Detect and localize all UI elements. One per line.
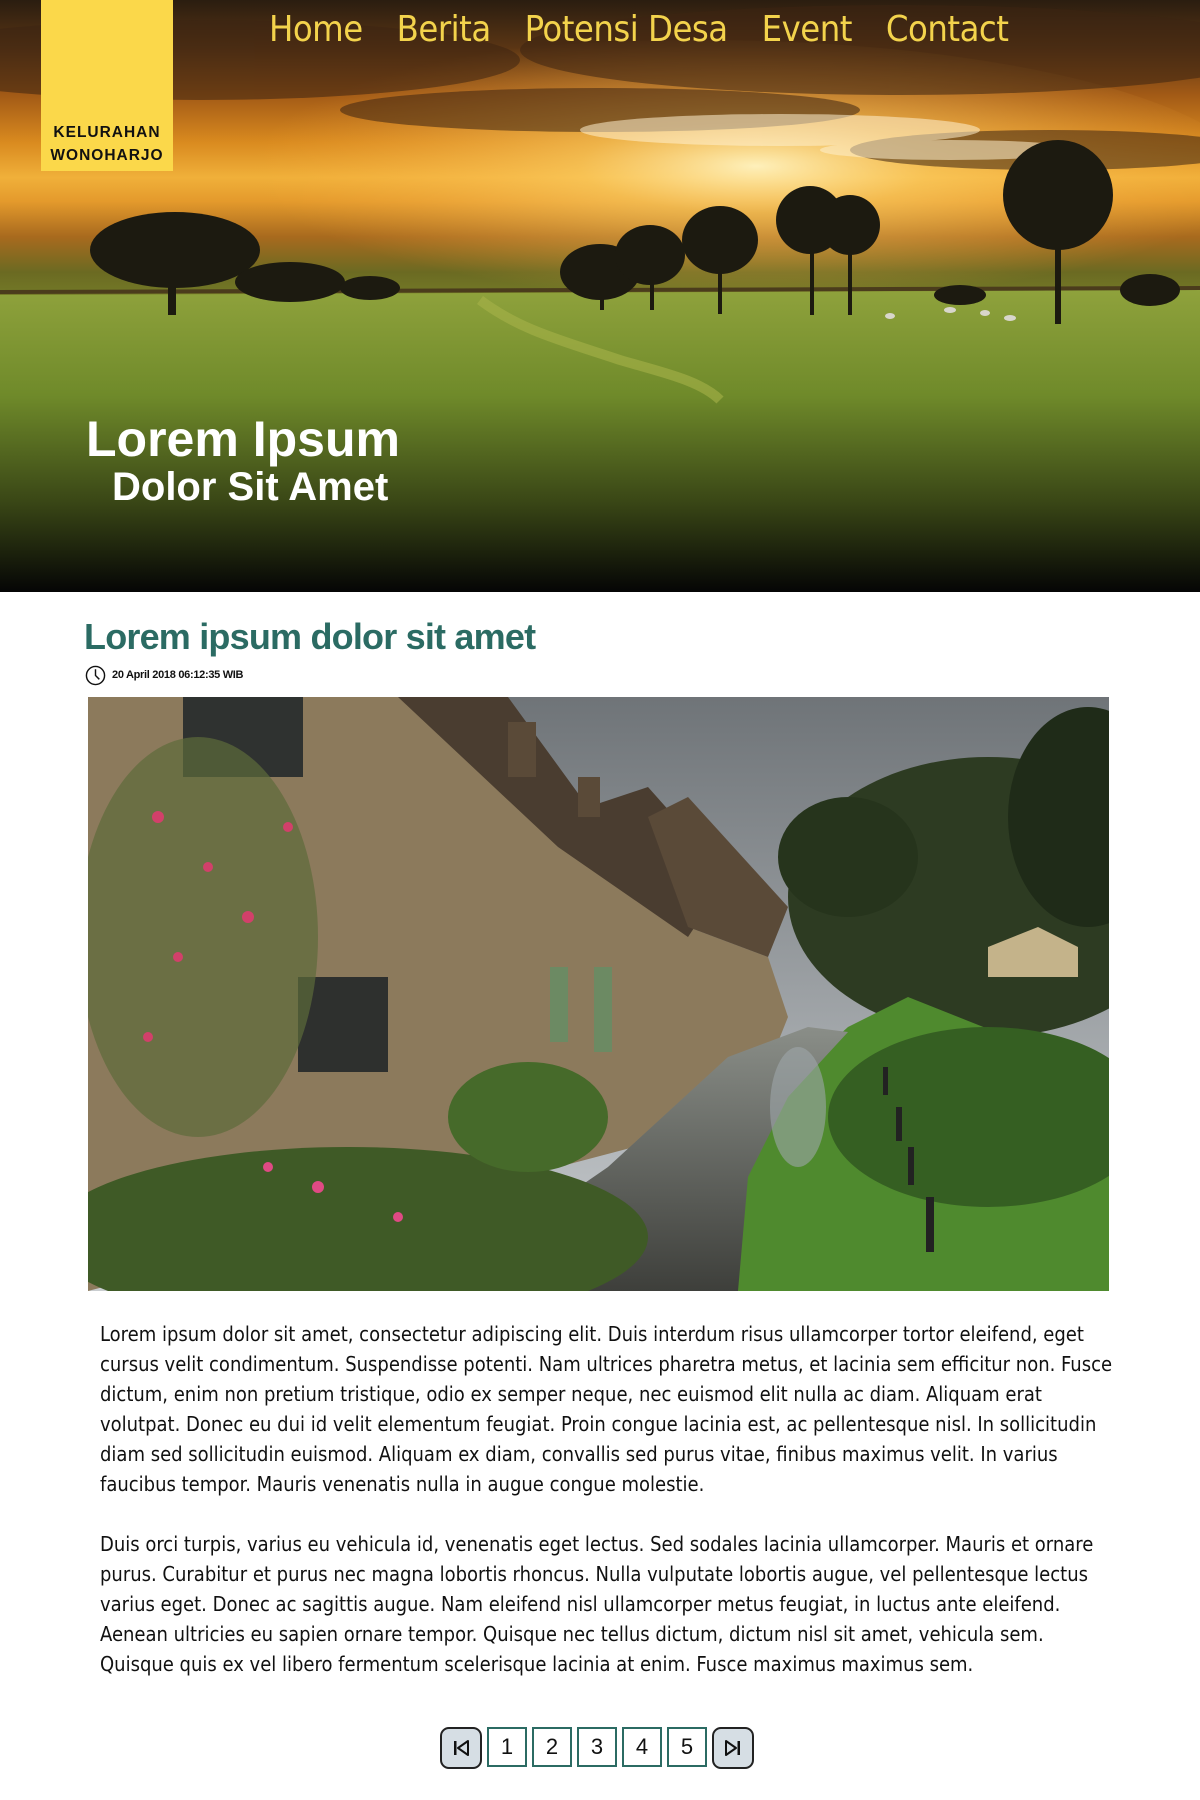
first-page-button[interactable] bbox=[440, 1727, 482, 1769]
pagination: 1 2 3 4 5 bbox=[440, 1727, 754, 1771]
main-nav: Home Berita Potensi Desa Event Contact bbox=[269, 6, 1009, 54]
hero-title: Lorem Ipsum bbox=[86, 411, 400, 467]
article-timestamp: 20 April 2018 06:12:35 WIB bbox=[112, 669, 244, 681]
nav-contact[interactable]: Contact bbox=[886, 6, 1009, 54]
page-4-button[interactable]: 4 bbox=[622, 1727, 662, 1767]
page-1-button[interactable]: 1 bbox=[487, 1727, 527, 1767]
logo-line-2: WONOHARJO bbox=[50, 147, 164, 164]
logo-line-1: KELURAHAN bbox=[53, 124, 161, 141]
skip-to-first-icon bbox=[454, 1740, 469, 1756]
article-meta: 20 April 2018 06:12:35 WIB bbox=[85, 664, 244, 686]
nav-home[interactable]: Home bbox=[269, 6, 363, 54]
nav-potensi-desa[interactable]: Potensi Desa bbox=[525, 6, 728, 54]
article-body: Lorem ipsum dolor sit amet, consectetur … bbox=[100, 1319, 1120, 1709]
article-title[interactable]: Lorem ipsum dolor sit amet bbox=[84, 612, 884, 662]
site-logo[interactable]: KELURAHAN WONOHARJO bbox=[41, 0, 173, 171]
clock-icon bbox=[85, 665, 106, 685]
logo-text: KELURAHAN WONOHARJO bbox=[41, 121, 173, 167]
last-page-button[interactable] bbox=[712, 1727, 754, 1769]
skip-to-last-icon bbox=[725, 1740, 740, 1756]
hero-banner: KELURAHAN WONOHARJO Home Berita Potensi … bbox=[0, 0, 1200, 592]
nav-berita[interactable]: Berita bbox=[397, 6, 492, 54]
article-paragraph-1: Lorem ipsum dolor sit amet, consectetur … bbox=[100, 1322, 1113, 1496]
page-3-button[interactable]: 3 bbox=[577, 1727, 617, 1767]
page-2-button[interactable]: 2 bbox=[532, 1727, 572, 1767]
page-5-button[interactable]: 5 bbox=[667, 1727, 707, 1767]
article-paragraph-2: Duis orci turpis, varius eu vehicula id,… bbox=[100, 1532, 1094, 1676]
nav-event[interactable]: Event bbox=[762, 6, 853, 54]
article-image bbox=[88, 697, 1109, 1291]
village-street-image bbox=[88, 697, 1109, 1291]
hero-subtitle: Dolor Sit Amet bbox=[112, 465, 389, 509]
